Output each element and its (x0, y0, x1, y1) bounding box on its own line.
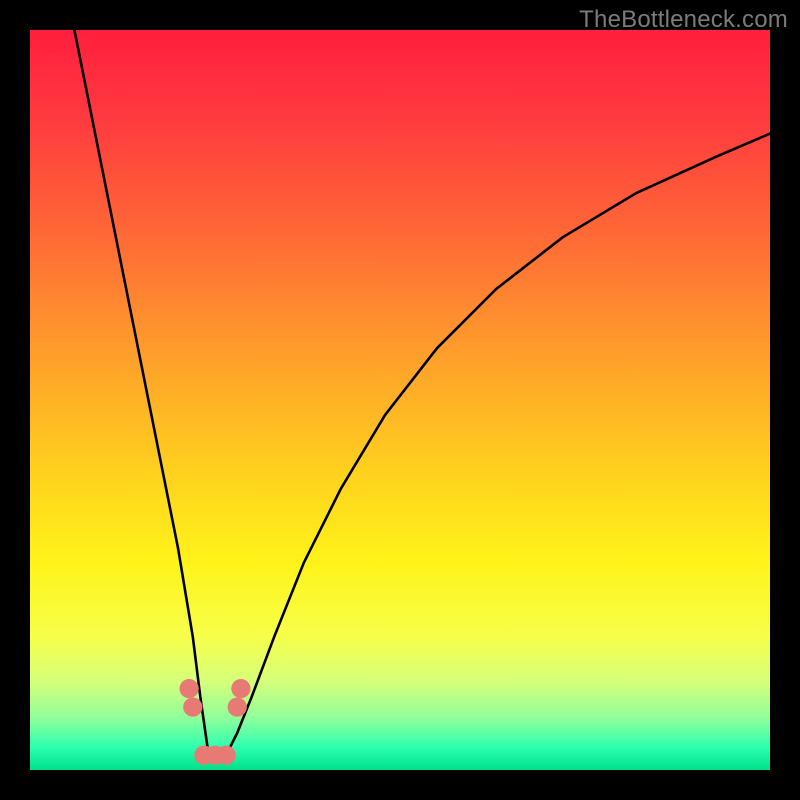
curve-layer (30, 30, 770, 770)
marker-left-upper (179, 679, 198, 698)
bottleneck-curve (74, 30, 770, 755)
markers-group (179, 679, 250, 765)
plot-area (30, 30, 770, 770)
marker-right-upper (231, 679, 250, 698)
marker-flat-right (216, 746, 235, 765)
marker-left-lower (183, 697, 202, 716)
marker-right-lower (228, 697, 247, 716)
watermark-text: TheBottleneck.com (579, 6, 788, 34)
chart-frame: TheBottleneck.com (0, 0, 800, 800)
